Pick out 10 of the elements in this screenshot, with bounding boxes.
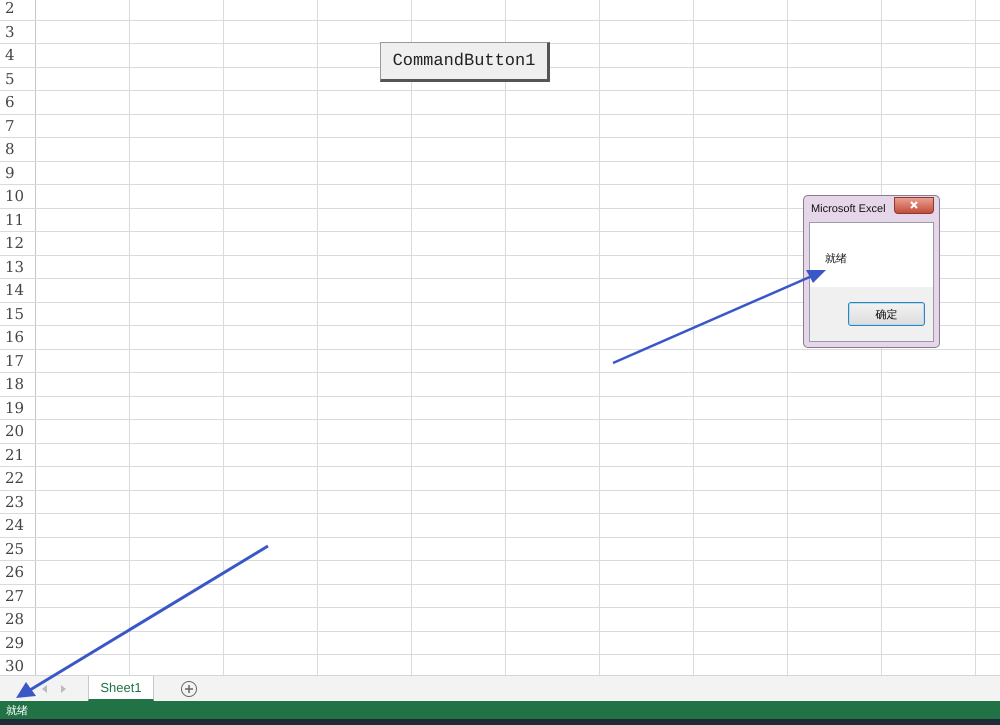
close-button[interactable] [894,196,934,214]
status-text: 就绪 [6,704,28,718]
dialog-message: 就绪 [825,253,847,265]
add-sheet-button[interactable] [180,680,198,698]
ok-button[interactable]: 确定 [848,302,925,326]
close-icon [910,201,918,209]
plus-icon [180,680,198,698]
command-button[interactable]: CommandButton1 [380,42,550,82]
sheet-tab[interactable]: Sheet1 [88,676,154,701]
dialog-title: Microsoft Excel [811,203,886,215]
